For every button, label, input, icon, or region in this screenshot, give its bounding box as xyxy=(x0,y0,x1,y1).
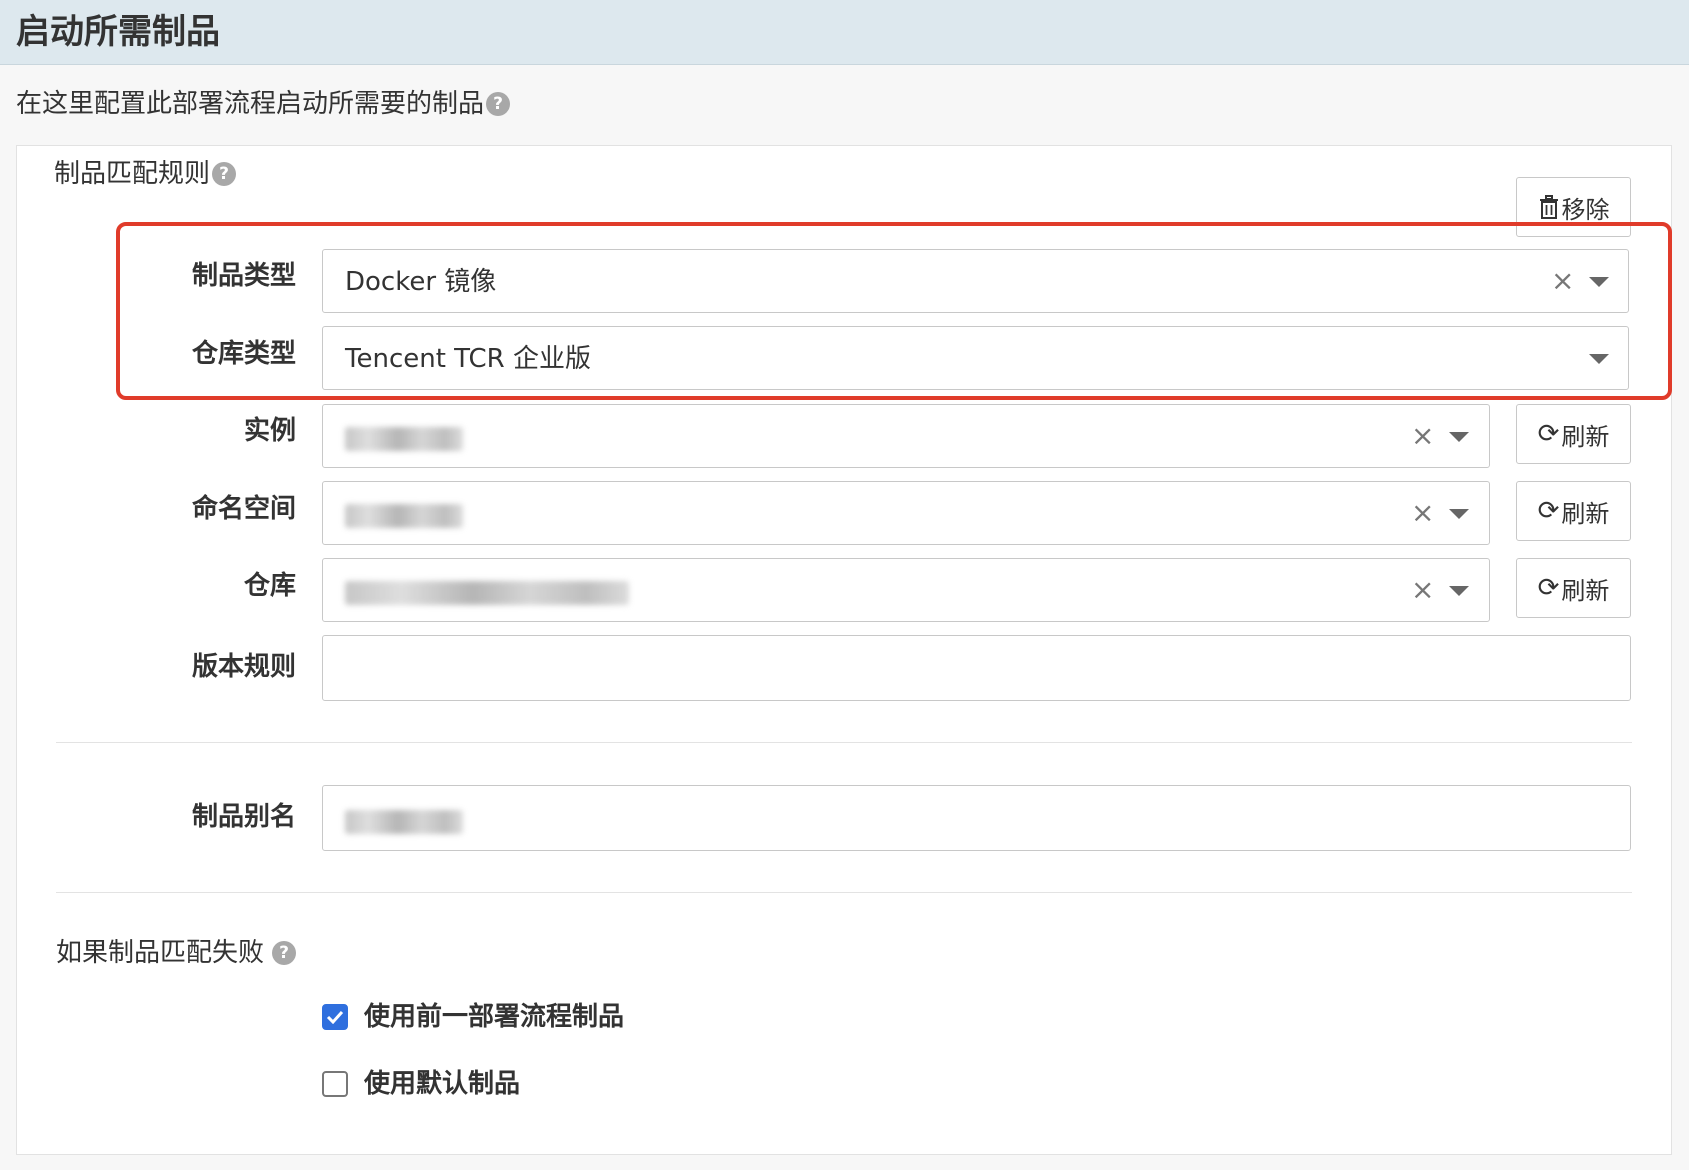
use-default-label: 使用默认制品 xyxy=(364,1069,521,1099)
fallback-label-text: 如果制品匹配失败 xyxy=(56,938,265,968)
use-previous-checkbox-row[interactable]: 使用前一部署流程制品 xyxy=(322,999,624,1035)
page-title: 启动所需制品 xyxy=(16,12,220,52)
chevron-down-icon[interactable] xyxy=(1449,432,1469,442)
repository-value xyxy=(345,581,629,605)
version-rule-label: 版本规则 xyxy=(191,652,296,682)
match-rules-label: 制品匹配规则 ? xyxy=(54,156,237,192)
instance-select[interactable]: × xyxy=(322,404,1490,468)
help-icon[interactable]: ? xyxy=(486,92,511,116)
chevron-down-icon[interactable] xyxy=(1449,509,1469,519)
artifact-type-value: Docker 镜像 xyxy=(345,267,497,297)
artifact-type-label: 制品类型 xyxy=(191,261,296,291)
registry-type-value: Tencent TCR 企业版 xyxy=(345,344,592,374)
chevron-down-icon[interactable] xyxy=(1449,586,1469,596)
refresh-instance-button[interactable]: ⟳ 刷新 xyxy=(1516,404,1631,464)
help-icon[interactable]: ? xyxy=(212,162,237,186)
clear-icon[interactable]: × xyxy=(1411,496,1434,530)
refresh-repository-button[interactable]: ⟳ 刷新 xyxy=(1516,558,1631,618)
refresh-namespace-button[interactable]: ⟳ 刷新 xyxy=(1516,481,1631,541)
namespace-label: 命名空间 xyxy=(191,494,296,524)
refresh-icon: ⟳ xyxy=(1537,419,1560,449)
divider xyxy=(56,742,1632,743)
chevron-down-icon[interactable] xyxy=(1589,354,1609,364)
use-previous-checkbox[interactable] xyxy=(322,1004,348,1030)
repository-select[interactable]: × xyxy=(322,558,1490,622)
registry-type-label: 仓库类型 xyxy=(191,339,296,369)
use-default-checkbox-row[interactable]: 使用默认制品 xyxy=(322,1066,520,1102)
refresh-label: 刷新 xyxy=(1561,499,1610,528)
page-header: 启动所需制品 xyxy=(0,0,1689,65)
repository-label: 仓库 xyxy=(243,571,296,601)
version-rule-input[interactable] xyxy=(322,635,1631,701)
description-text: 在这里配置此部署流程启动所需要的制品 xyxy=(16,89,485,119)
divider xyxy=(56,892,1632,893)
namespace-select[interactable]: × xyxy=(322,481,1490,545)
refresh-label: 刷新 xyxy=(1561,422,1610,451)
chevron-down-icon[interactable] xyxy=(1589,277,1609,287)
clear-icon[interactable]: × xyxy=(1411,573,1434,607)
remove-button-label: 移除 xyxy=(1561,195,1610,224)
refresh-icon: ⟳ xyxy=(1537,496,1560,526)
remove-button[interactable]: 移除 xyxy=(1516,177,1631,237)
registry-type-select[interactable]: Tencent TCR 企业版 xyxy=(322,326,1629,390)
fallback-label: 如果制品匹配失败 ? xyxy=(56,935,297,971)
alias-input[interactable] xyxy=(322,785,1631,851)
use-previous-label: 使用前一部署流程制品 xyxy=(364,1002,625,1032)
help-icon[interactable]: ? xyxy=(272,941,297,965)
namespace-value xyxy=(345,504,463,528)
trash-icon xyxy=(1539,195,1558,219)
refresh-label: 刷新 xyxy=(1561,576,1610,605)
alias-label: 制品别名 xyxy=(191,802,296,832)
artifact-type-select[interactable]: Docker 镜像 × xyxy=(322,249,1629,313)
instance-label: 实例 xyxy=(243,416,296,446)
clear-icon[interactable]: × xyxy=(1551,264,1574,298)
alias-value xyxy=(345,810,463,834)
instance-value xyxy=(345,427,463,451)
use-default-checkbox[interactable] xyxy=(322,1071,348,1097)
page-description: 在这里配置此部署流程启动所需要的制品 ? xyxy=(16,86,511,122)
check-icon xyxy=(326,1010,344,1024)
match-rules-label-text: 制品匹配规则 xyxy=(54,159,211,189)
refresh-icon: ⟳ xyxy=(1537,573,1560,603)
clear-icon[interactable]: × xyxy=(1411,419,1434,453)
